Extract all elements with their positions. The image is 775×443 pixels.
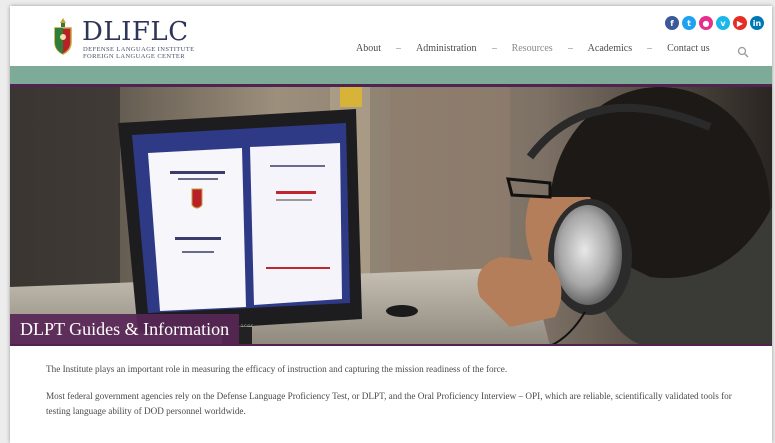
- site-subtitle-line1: DEFENSE LANGUAGE INSTITUTE: [83, 46, 195, 53]
- nav-separator: [567, 48, 573, 49]
- nav-academics[interactable]: Academics: [588, 43, 632, 54]
- hero-image: acer: [10, 87, 772, 346]
- social-links: f t ● v ▶ in: [665, 16, 764, 30]
- nav-contact-us[interactable]: Contact us: [667, 43, 710, 54]
- hero-banner: acer DLPT Guides & Information: [10, 87, 772, 346]
- nav-about[interactable]: About: [356, 43, 381, 54]
- main-nav: About Administration Resources Academics…: [356, 43, 710, 54]
- site-logo-subtitle: DEFENSE LANGUAGE INSTITUTE FOREIGN LANGU…: [83, 46, 223, 60]
- youtube-icon[interactable]: ▶: [733, 16, 747, 30]
- site-logo-title[interactable]: DLIFLC: [82, 17, 189, 47]
- hero-divider: [10, 344, 772, 346]
- nav-administration[interactable]: Administration: [416, 43, 477, 54]
- intro-paragraph: The Institute plays an important role in…: [46, 364, 508, 374]
- browser-page: DLIFLC DEFENSE LANGUAGE INSTITUTE FOREIG…: [10, 6, 772, 443]
- site-subtitle-line2: FOREIGN LANGUAGE CENTER: [83, 53, 185, 60]
- nav-separator: [396, 48, 401, 49]
- facebook-icon[interactable]: f: [665, 16, 679, 30]
- search-icon[interactable]: [737, 46, 749, 58]
- page-content: The Institute plays an important role in…: [46, 362, 756, 431]
- nav-separator: [491, 48, 497, 49]
- linkedin-icon[interactable]: in: [750, 16, 764, 30]
- vimeo-icon[interactable]: v: [716, 16, 730, 30]
- dliflc-crest-icon[interactable]: [52, 18, 74, 56]
- site-header: DLIFLC DEFENSE LANGUAGE INSTITUTE FOREIG…: [10, 6, 772, 66]
- dlpt-paragraph: Most federal government agencies rely on…: [46, 391, 732, 416]
- hero-title: DLPT Guides & Information: [10, 314, 240, 344]
- header-accent-bar: [10, 66, 772, 84]
- twitter-icon[interactable]: t: [682, 16, 696, 30]
- nav-separator: [647, 48, 653, 49]
- flickr-icon[interactable]: ●: [699, 16, 713, 30]
- nav-resources[interactable]: Resources: [512, 43, 553, 54]
